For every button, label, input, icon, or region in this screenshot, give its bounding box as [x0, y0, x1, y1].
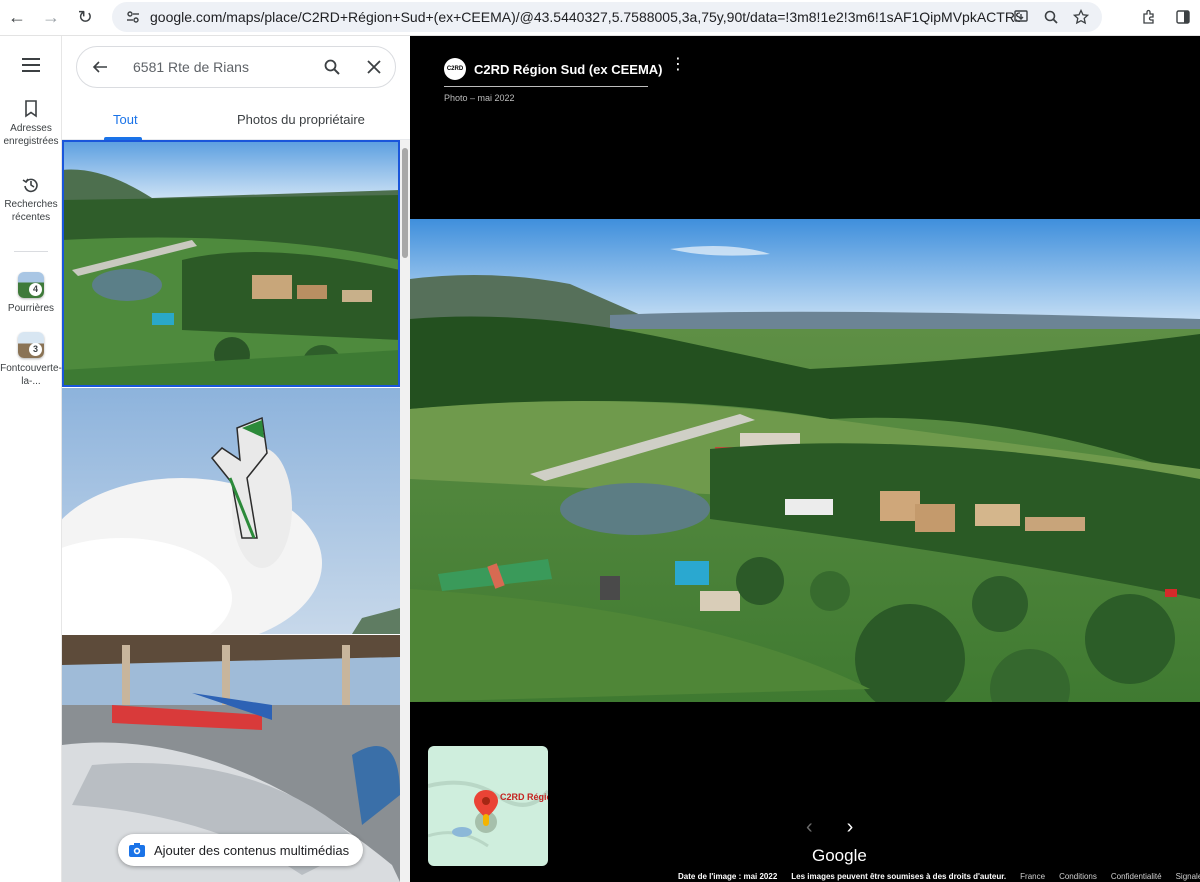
photo-tabs: Tout Photos du propriétaire [62, 102, 410, 140]
side-panel-icon[interactable] [1166, 0, 1200, 34]
tab-owner-photos[interactable]: Photos du propriétaire [237, 112, 365, 127]
place-thumbnail: 4 [18, 272, 44, 298]
extensions-icon[interactable] [1132, 0, 1166, 34]
viewer-footer: Date de l'image : mai 2022 Les images pe… [678, 872, 1200, 881]
recent-searches-label: Recherches récentes [4, 199, 58, 223]
country-link[interactable]: France [1020, 872, 1045, 881]
place-logo[interactable]: C2RD [444, 58, 466, 80]
gallery-photo-aerial[interactable] [62, 140, 400, 387]
history-icon [22, 178, 38, 193]
header-divider [444, 86, 648, 87]
site-settings-icon[interactable] [120, 4, 146, 30]
terms-link[interactable]: Conditions [1059, 872, 1097, 881]
place-thumbnail: 3 [18, 332, 44, 358]
photo-count-badge: 3 [29, 343, 42, 356]
photo-date-label: Photo – mai 2022 [444, 93, 515, 103]
mini-map[interactable]: C2RD Région Sud (ex C [428, 746, 548, 866]
main-photo[interactable] [410, 219, 1200, 702]
photo-gallery [62, 140, 400, 882]
search-box[interactable]: 6581 Rte de Rians [76, 46, 396, 88]
url-text[interactable]: google.com/maps/place/C2RD+Région+Sud+(e… [150, 9, 1020, 25]
recent-place-pourrieres[interactable]: 4 Pourrières [0, 272, 62, 315]
rail-divider [14, 251, 48, 252]
search-input[interactable]: 6581 Rte de Rians [123, 59, 311, 75]
gallery-photo-airplane[interactable] [62, 388, 400, 634]
bookmark-star-icon[interactable] [1068, 4, 1094, 30]
saved-places-button[interactable]: Adresses enregistrées [0, 100, 62, 148]
add-media-button[interactable]: Ajouter des contenus multimédias [118, 834, 364, 866]
install-app-icon[interactable] [1008, 4, 1034, 30]
photo-count-badge: 4 [29, 283, 42, 296]
privacy-link[interactable]: Confidentialité [1111, 872, 1162, 881]
gallery-scrollbar[interactable] [400, 140, 410, 882]
viewer-header: C2RD C2RD Région Sud (ex CEEMA) Photo – … [444, 58, 663, 103]
recent-searches-button[interactable]: Recherches récentes [0, 176, 62, 224]
search-back-icon[interactable] [77, 59, 123, 75]
maps-left-rail: Adresses enregistrées Recherches récente… [0, 36, 62, 882]
scrollbar-thumb[interactable] [402, 148, 408, 258]
recent-place-label: Fontcouverte-la-... [0, 363, 62, 387]
search-icon[interactable] [311, 58, 353, 76]
recent-place-fontcouverte[interactable]: 3 Fontcouverte-la-... [0, 332, 62, 388]
address-bar[interactable]: google.com/maps/place/C2RD+Région+Sud+(e… [112, 2, 1102, 32]
more-options-icon[interactable]: ⋮ [670, 57, 686, 73]
camera-add-icon [129, 843, 145, 857]
image-date: Date de l'image : mai 2022 [678, 872, 778, 881]
google-logo: Google [812, 846, 867, 865]
clear-search-icon[interactable] [353, 60, 395, 74]
forward-arrow-icon[interactable]: → [34, 1, 68, 35]
map-place-label: C2RD Région Sud (ex C [500, 792, 548, 802]
photo-navigation: ‹ › [806, 816, 853, 839]
tab-all[interactable]: Tout [113, 112, 138, 127]
saved-places-label: Adresses enregistrées [3, 123, 59, 147]
previous-photo-icon[interactable]: ‹ [806, 816, 813, 839]
zoom-icon[interactable] [1038, 4, 1064, 30]
photo-viewer: C2RD C2RD Région Sud (ex CEEMA) Photo – … [410, 36, 1200, 882]
search-side-panel: 6581 Rte de Rians Tout Photos du proprié… [62, 36, 410, 882]
add-media-label: Ajouter des contenus multimédias [154, 842, 350, 858]
hamburger-menu-icon[interactable] [22, 58, 40, 72]
bookmark-icon [25, 100, 37, 118]
copyright-notice: Les images peuvent être soumises à des d… [791, 872, 1007, 881]
next-photo-icon[interactable]: › [847, 816, 854, 839]
report-link[interactable]: Signaler [1176, 872, 1200, 881]
menu-button[interactable] [0, 58, 62, 76]
browser-toolbar: ← → ↻ google.com/maps/place/C2RD+Région+… [0, 0, 1200, 36]
recent-place-label: Pourrières [7, 303, 55, 314]
back-arrow-icon[interactable]: ← [0, 1, 34, 35]
place-name[interactable]: C2RD Région Sud (ex CEEMA) [474, 62, 663, 77]
reload-icon[interactable]: ↻ [68, 1, 102, 35]
